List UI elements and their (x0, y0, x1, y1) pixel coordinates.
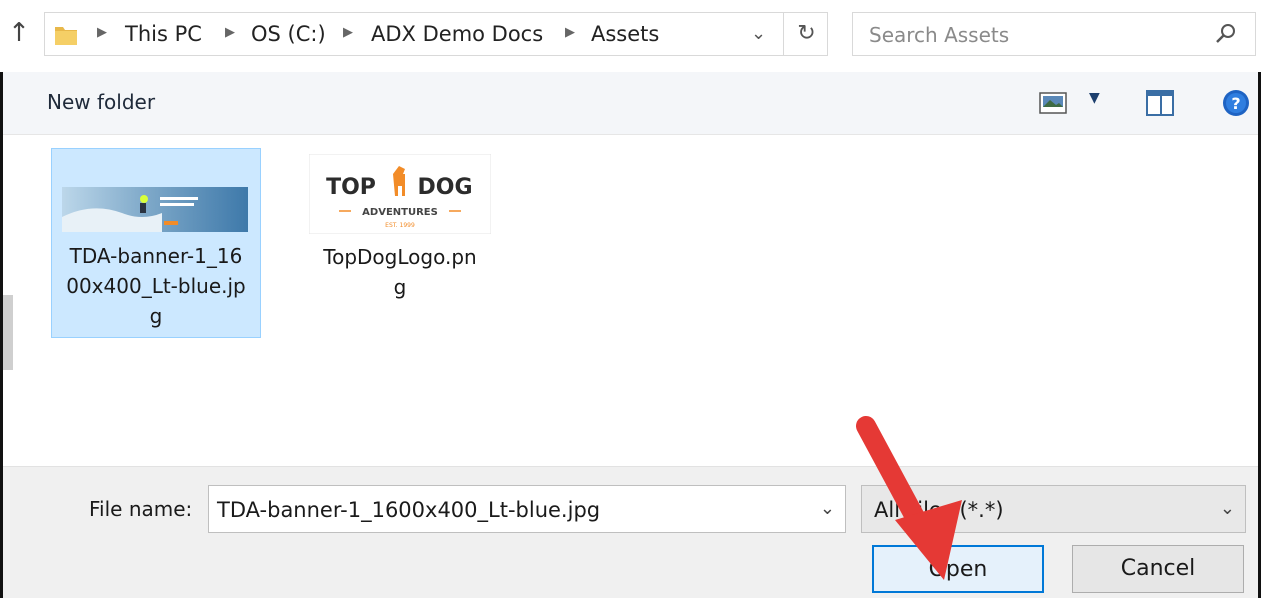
file-item-tda-banner[interactable]: TDA-banner-1_16 00x400_Lt-blue.jp g (51, 148, 261, 338)
file-name-line: g (149, 304, 163, 328)
logo-est-year: EST. 1999 (385, 222, 415, 229)
svg-text:?: ? (1231, 94, 1240, 113)
change-view-icon[interactable] (1039, 92, 1067, 114)
logo-word-dog: DOG (417, 175, 472, 200)
chevron-down-icon[interactable]: ⌄ (751, 23, 766, 44)
new-folder-button[interactable]: New folder (47, 90, 155, 114)
banner-thumbnail (62, 187, 248, 232)
file-name-input[interactable]: TDA-banner-1_1600x400_Lt-blue.jpg ⌄ (208, 485, 846, 533)
logo-word-adventures: ADVENTURES (362, 207, 438, 218)
breadcrumb-adx-demo-docs[interactable]: ADX Demo Docs (371, 22, 543, 46)
preview-pane-icon[interactable] (1145, 88, 1175, 118)
chevron-right-icon[interactable]: ▶ (97, 25, 107, 40)
open-button[interactable]: Open (872, 545, 1044, 593)
file-name-line: TopDogLogo.pn (323, 245, 477, 269)
nav-pane-scroll-edge[interactable] (3, 295, 13, 370)
file-type-select[interactable]: All Files (*.*) ⌄ (861, 485, 1246, 533)
logo-thumbnail: TOP DOG ADVENTURES EST. 1999 (309, 154, 491, 234)
search-icon[interactable] (1213, 21, 1239, 47)
chevron-down-icon[interactable]: ⌄ (1220, 498, 1235, 519)
help-icon[interactable]: ? (1221, 88, 1251, 118)
file-name-line: 00x400_Lt-blue.jp (66, 274, 246, 298)
file-item-topdoglogo[interactable]: TOP DOG ADVENTURES EST. 1999 TopDogLogo.… (295, 148, 505, 318)
chevron-down-icon[interactable]: ⌄ (820, 498, 835, 519)
breadcrumb-assets[interactable]: Assets (591, 22, 659, 46)
file-name-value: TDA-banner-1_1600x400_Lt-blue.jpg (217, 498, 601, 522)
address-bar[interactable]: ▶ This PC ▶ OS (C:) ▶ ADX Demo Docs ▶ As… (44, 12, 828, 56)
chevron-right-icon[interactable]: ▶ (343, 25, 353, 40)
file-selection-panel: File name: TDA-banner-1_1600x400_Lt-blue… (3, 466, 1258, 598)
search-input[interactable]: Search Assets (852, 12, 1256, 56)
file-name-line: g (393, 275, 407, 299)
refresh-icon[interactable]: ↻ (783, 13, 829, 55)
file-type-value: All Files (*.*) (874, 498, 1004, 522)
toolbar: New folder ▼ ? (3, 72, 1258, 135)
file-name-line: TDA-banner-1_16 (69, 244, 243, 268)
logo-word-top: TOP (326, 175, 376, 200)
chevron-right-icon[interactable]: ▶ (565, 25, 575, 40)
cancel-button[interactable]: Cancel (1072, 545, 1244, 593)
view-options-dropdown[interactable]: ▼ (1089, 90, 1100, 106)
address-row: ↑ ▶ This PC ▶ OS (C:) ▶ ADX Demo Docs ▶ … (0, 0, 1261, 72)
breadcrumb-os-c[interactable]: OS (C:) (251, 22, 326, 46)
search-placeholder: Search Assets (869, 23, 1010, 47)
folder-icon (55, 27, 77, 45)
breadcrumb-this-pc[interactable]: This PC (125, 22, 202, 46)
chevron-right-icon[interactable]: ▶ (225, 25, 235, 40)
up-arrow-icon[interactable]: ↑ (6, 16, 32, 50)
file-list: TDA-banner-1_16 00x400_Lt-blue.jp g TOP … (3, 136, 1258, 466)
file-name-label: File name: (89, 497, 193, 521)
